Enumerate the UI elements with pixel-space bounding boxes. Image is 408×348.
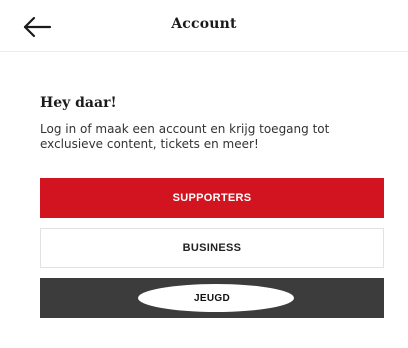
business-button[interactable]: BUSINESS (40, 228, 384, 268)
page-title: Account (171, 16, 237, 32)
app-header: Account (0, 0, 408, 52)
intro-text: Log in of maak een account en krijg toeg… (40, 122, 330, 151)
greeting-heading: Hey daar! (40, 95, 117, 111)
business-button-label: BUSINESS (182, 242, 242, 254)
jeugd-button[interactable]: JEUGD (40, 278, 384, 318)
jeugd-button-label: JEUGD (194, 293, 230, 304)
supporters-button-label: SUPPORTERS (172, 192, 252, 204)
supporters-button[interactable]: SUPPORTERS (40, 178, 384, 218)
